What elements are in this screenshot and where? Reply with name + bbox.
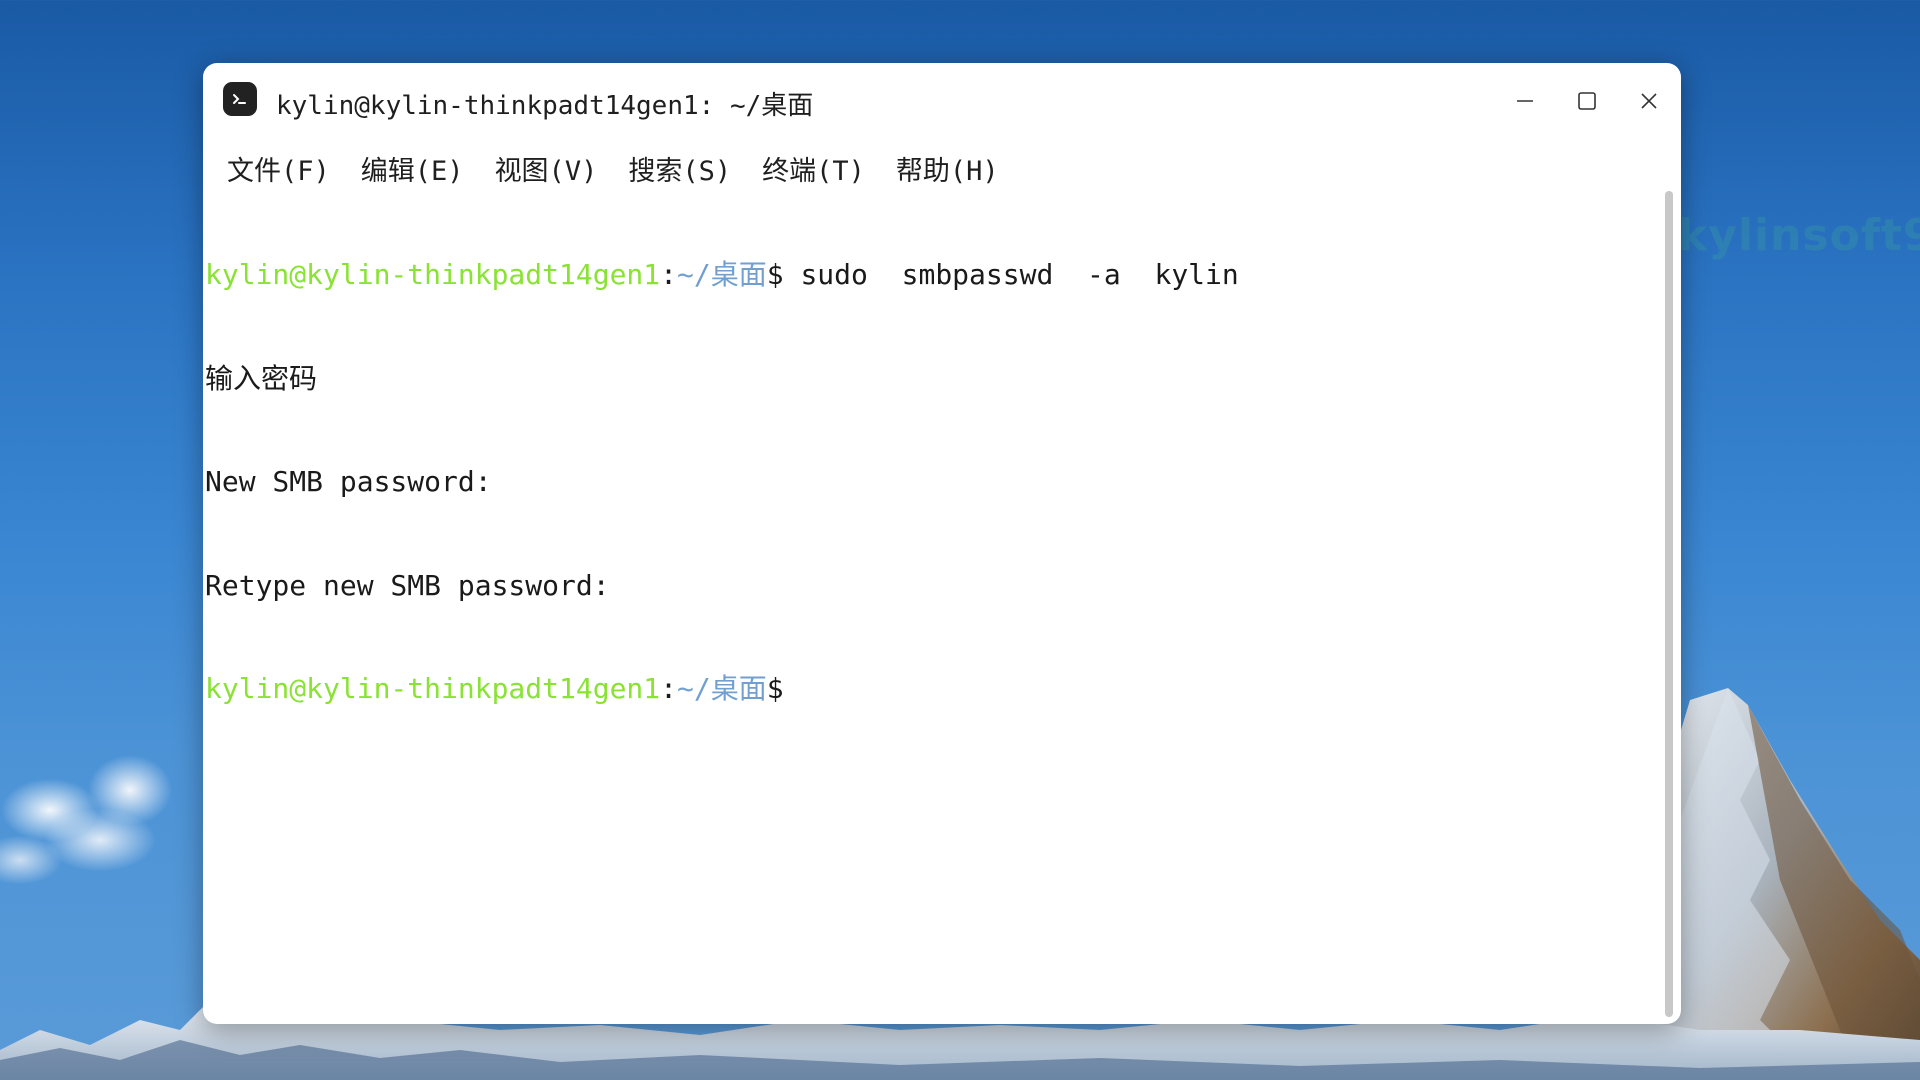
menu-file[interactable]: 文件(F) — [217, 141, 340, 191]
terminal-line-output: 输入密码 — [205, 361, 318, 395]
prompt-user: kylin@kylin-thinkpadt14gen1 — [205, 258, 661, 291]
menu-terminal[interactable]: 终端(T) — [752, 141, 875, 191]
terminal-output[interactable]: kylin@kylin-thinkpadt14gen1:~/桌面$ sudo s… — [205, 189, 1660, 1019]
vertical-scrollbar[interactable] — [1665, 191, 1673, 1017]
window-title: kylin@kylin-thinkpadt14gen1: ~/桌面 — [276, 91, 814, 121]
menu-search[interactable]: 搜索(S) — [618, 141, 741, 191]
terminal-line-prompt: kylin@kylin-thinkpadt14gen1:~/桌面$ — [205, 672, 1660, 707]
maximize-icon — [1578, 92, 1596, 110]
prompt-dollar: $ — [766, 258, 784, 291]
title-bar[interactable]: kylin@kylin-thinkpadt14gen1: ~/桌面 — [203, 63, 1681, 137]
prompt-colon: : — [660, 672, 678, 705]
close-icon — [1641, 93, 1657, 109]
prompt-user: kylin@kylin-thinkpadt14gen1 — [205, 672, 661, 705]
command-text: sudo smbpasswd -a kylin — [800, 258, 1239, 291]
terminal-line-command: kylin@kylin-thinkpadt14gen1:~/桌面$ sudo s… — [205, 258, 1660, 293]
menu-view[interactable]: 视图(V) — [485, 141, 608, 191]
cloud — [0, 730, 230, 900]
prompt-path: ~/桌面 — [677, 672, 767, 705]
desktop-watermark: kylinsoft99 — [1678, 210, 1920, 261]
terminal-line-output: New SMB password: — [205, 465, 492, 498]
menu-help[interactable]: 帮助(H) — [886, 141, 1009, 191]
terminal-window[interactable]: kylin@kylin-thinkpadt14gen1: ~/桌面 文件(F) … — [203, 63, 1681, 1024]
prompt-dollar: $ — [766, 672, 784, 705]
minimize-icon — [1517, 100, 1533, 102]
maximize-button[interactable] — [1565, 81, 1609, 121]
prompt-path: ~/桌面 — [677, 258, 767, 291]
terminal-line-output: Retype new SMB password: — [205, 568, 610, 602]
scrollbar-thumb[interactable] — [1665, 191, 1673, 1017]
terminal-icon — [223, 82, 257, 116]
minimize-button[interactable] — [1503, 81, 1547, 121]
menu-bar: 文件(F) 编辑(E) 视图(V) 搜索(S) 终端(T) 帮助(H) — [217, 141, 1020, 191]
menu-edit[interactable]: 编辑(E) — [351, 141, 474, 191]
prompt-colon: : — [660, 258, 678, 291]
close-button[interactable] — [1627, 81, 1671, 121]
